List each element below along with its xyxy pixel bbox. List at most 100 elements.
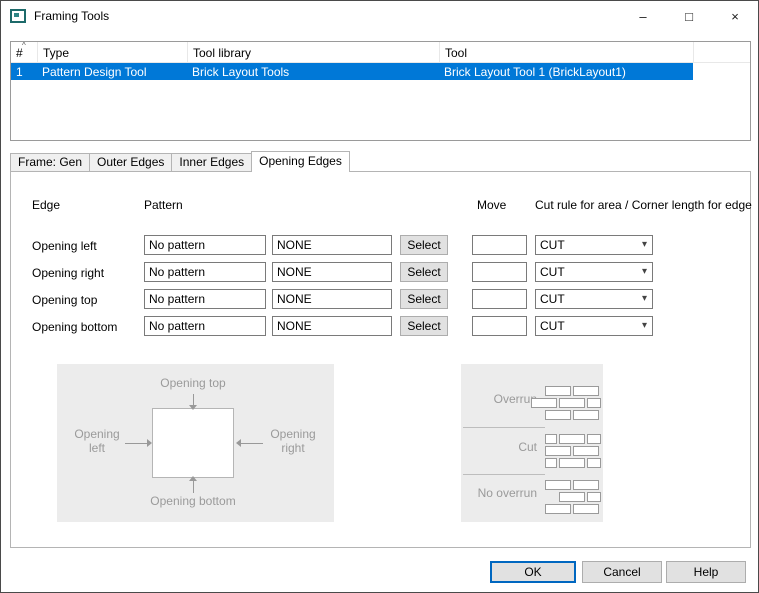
edge-row-label: Opening bottom: [32, 320, 117, 334]
cut-rule-select[interactable]: CUT ▾: [535, 289, 653, 309]
select-pattern-button[interactable]: Select: [400, 316, 448, 336]
maximize-button[interactable]: □: [666, 1, 712, 31]
brick: [545, 446, 571, 456]
cell-number: 1: [11, 65, 37, 79]
close-button[interactable]: ×: [712, 1, 758, 31]
brick: [573, 446, 599, 456]
tab-strip: Frame: Gen Outer Edges Inner Edges Openi…: [10, 151, 350, 171]
header-cut-rule: Cut rule for area / Corner length for ed…: [535, 198, 752, 212]
brick: [545, 410, 571, 420]
brick: [587, 492, 601, 502]
tool-table: ^ # Type Tool library Tool 1 Pattern Des…: [10, 41, 751, 141]
help-button[interactable]: Help: [666, 561, 746, 583]
cell-type: Pattern Design Tool: [37, 65, 187, 79]
brick: [545, 434, 557, 444]
cut-rule-select[interactable]: CUT ▾: [535, 262, 653, 282]
cell-tool: Brick Layout Tool 1 (BrickLayout1): [439, 65, 693, 79]
column-header-tool-library[interactable]: Tool library: [187, 42, 439, 62]
cut-rule-value: CUT: [540, 265, 565, 279]
brick: [587, 458, 601, 468]
pattern-name-field[interactable]: [144, 289, 266, 309]
brick: [573, 410, 599, 420]
pattern-code-field[interactable]: [272, 316, 392, 336]
app-icon: [10, 8, 26, 24]
tool-table-header: ^ # Type Tool library Tool: [11, 42, 750, 63]
column-header-tool[interactable]: Tool: [439, 42, 693, 62]
arrow-down-icon: [189, 394, 198, 410]
column-header-type[interactable]: Type: [37, 42, 187, 62]
select-pattern-button[interactable]: Select: [400, 262, 448, 282]
pattern-code-field[interactable]: [272, 262, 392, 282]
brick: [545, 458, 557, 468]
brick: [587, 398, 601, 408]
pattern-code-field[interactable]: [272, 289, 392, 309]
brick: [559, 398, 585, 408]
move-input[interactable]: [472, 316, 527, 336]
brick: [545, 480, 571, 490]
arrow-left-icon: [236, 439, 263, 448]
diagram-label-no-overrun: No overrun: [461, 486, 537, 500]
framing-tools-window: Framing Tools – □ × ^ # Type Tool librar…: [0, 0, 759, 593]
edge-row-label: Opening right: [32, 266, 104, 280]
tab-inner-edges[interactable]: Inner Edges: [171, 153, 252, 171]
column-header-number[interactable]: ^ #: [11, 42, 37, 62]
minimize-button[interactable]: –: [620, 1, 666, 31]
edge-row-opening-left: Opening left Select CUT ▾: [11, 235, 750, 255]
header-move: Move: [477, 198, 506, 212]
ok-button[interactable]: OK: [490, 561, 576, 583]
opening-rectangle: [152, 408, 234, 478]
cut-rule-diagram: Overrun Cut No overrun: [461, 364, 603, 522]
cut-rule-select[interactable]: CUT ▾: [535, 316, 653, 336]
arrow-right-icon: [125, 439, 152, 448]
tab-opening-edges[interactable]: Opening Edges: [251, 151, 350, 172]
window-title: Framing Tools: [34, 9, 109, 23]
edge-row-opening-bottom: Opening bottom Select CUT ▾: [11, 316, 750, 336]
arrow-up-icon: [189, 476, 198, 493]
brick: [559, 458, 585, 468]
pattern-code-field[interactable]: [272, 235, 392, 255]
move-input[interactable]: [472, 262, 527, 282]
tool-table-row[interactable]: 1 Pattern Design Tool Brick Layout Tools…: [11, 63, 693, 80]
brick: [573, 504, 599, 514]
header-edge: Edge: [32, 198, 60, 212]
chevron-down-icon: ▾: [642, 320, 647, 331]
select-pattern-button[interactable]: Select: [400, 289, 448, 309]
tab-outer-edges[interactable]: Outer Edges: [89, 153, 172, 171]
diagram-label-opening-right: Opening right: [261, 427, 325, 455]
section-divider: [463, 427, 545, 428]
diagram-label-cut: Cut: [461, 440, 537, 454]
brick: [573, 386, 599, 396]
pattern-name-field[interactable]: [144, 262, 266, 282]
brick: [559, 492, 585, 502]
diagram-label-opening-bottom: Opening bottom: [103, 494, 283, 508]
chevron-down-icon: ▾: [642, 293, 647, 304]
diagram-label-overrun: Overrun: [461, 392, 537, 406]
brick: [587, 434, 601, 444]
column-header-filler: [693, 42, 750, 62]
cut-rule-value: CUT: [540, 292, 565, 306]
cut-rule-value: CUT: [540, 238, 565, 252]
header-pattern: Pattern: [144, 198, 183, 212]
pattern-name-field[interactable]: [144, 235, 266, 255]
move-input[interactable]: [472, 289, 527, 309]
titlebar: Framing Tools – □ ×: [1, 1, 758, 31]
cancel-button[interactable]: Cancel: [582, 561, 662, 583]
brick: [559, 434, 585, 444]
window-controls: – □ ×: [620, 1, 758, 31]
chevron-down-icon: ▾: [642, 266, 647, 277]
cut-rule-value: CUT: [540, 319, 565, 333]
cut-rule-select[interactable]: CUT ▾: [535, 235, 653, 255]
brick: [545, 386, 571, 396]
brick: [531, 398, 557, 408]
select-pattern-button[interactable]: Select: [400, 235, 448, 255]
opening-edges-panel: Edge Pattern Move Cut rule for area / Co…: [10, 171, 751, 548]
edge-row-opening-right: Opening right Select CUT ▾: [11, 262, 750, 282]
brick: [545, 504, 571, 514]
cell-tool-library: Brick Layout Tools: [187, 65, 439, 79]
section-divider: [463, 474, 545, 475]
pattern-name-field[interactable]: [144, 316, 266, 336]
move-input[interactable]: [472, 235, 527, 255]
tab-frame-gen[interactable]: Frame: Gen: [10, 153, 90, 171]
edge-row-label: Opening left: [32, 239, 97, 253]
diagram-label-opening-left: Opening left: [69, 427, 125, 455]
